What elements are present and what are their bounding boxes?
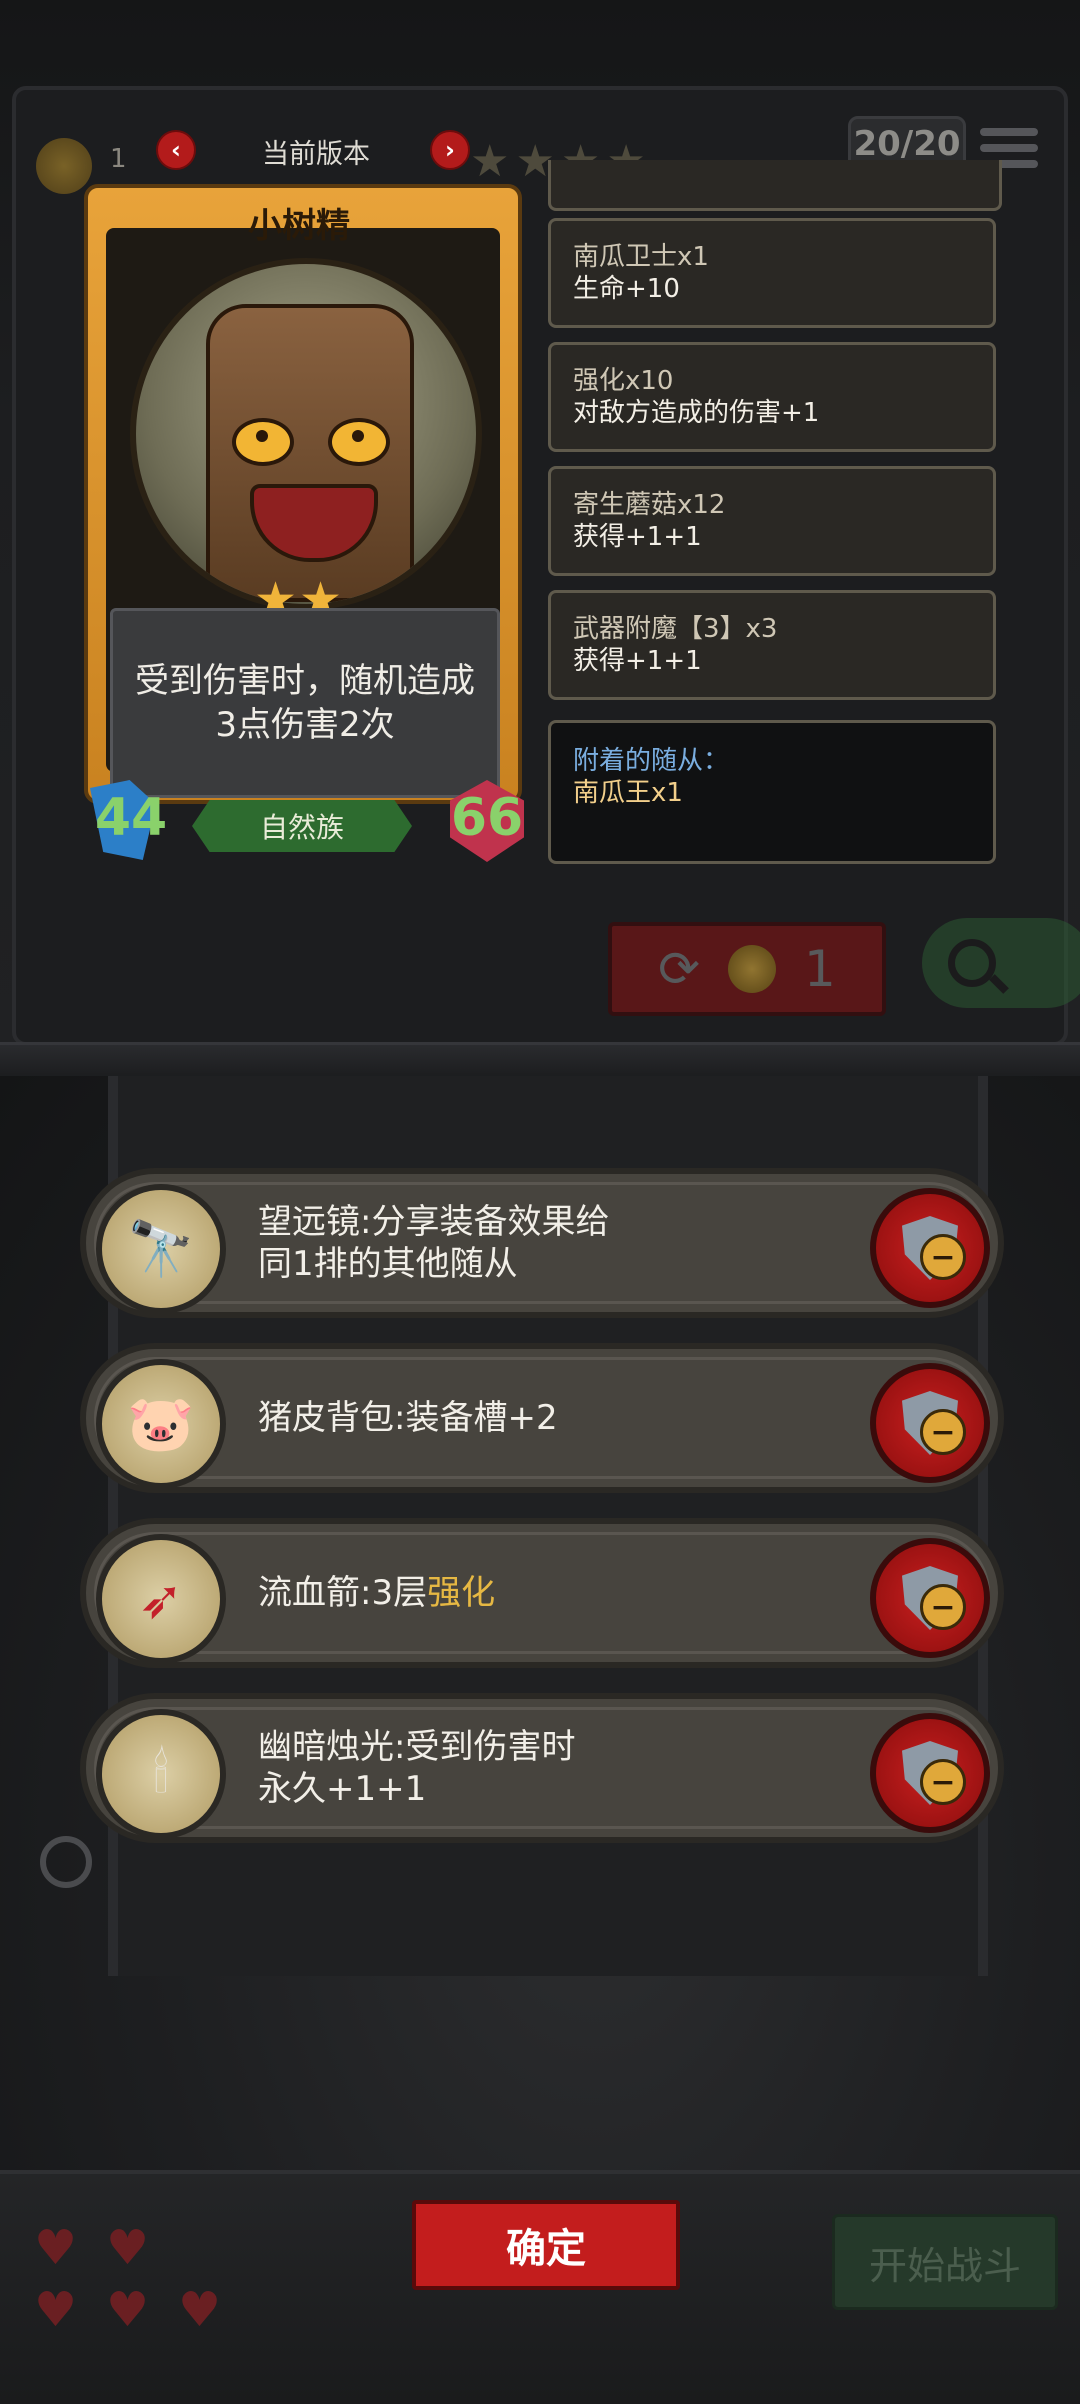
unit-portrait [130,258,482,610]
effect-item: 强化x10 对敌方造成的伤害+1 [548,342,996,452]
heart-icon: ♥ [34,2282,78,2338]
coin-icon [728,945,777,993]
equipment-text: 望远镜:分享装备效果给 同1排的其他随从 [258,1174,818,1312]
effect-item: 寄生蘑菇x12 获得+1+1 [548,466,996,576]
reroll-cost: 1 [804,940,836,998]
attached-minions: 附着的随从： 南瓜王x1 [548,720,996,864]
attached-label: 附着的随从： [573,746,730,776]
card-name: 小树精 [248,206,350,246]
version-title: 当前版本 [262,139,370,170]
effect-desc: 对敌方造成的伤害+1 [573,398,820,428]
equipment-row: ➶ 流血箭:3层强化 − [80,1518,1004,1668]
minus-icon: − [920,1234,966,1280]
equipment-text: 猪皮背包:装备槽+2 [258,1349,818,1487]
candelabra-icon: 🕯 [96,1709,226,1839]
equipment-line: 流血箭:3层 [258,1573,428,1613]
heart-icon: ♥ [34,2220,78,2276]
equipment-text: 流血箭:3层强化 [258,1524,818,1662]
prev-version-button[interactable]: ‹ [156,130,196,170]
effect-desc: 获得+1+1 [573,646,702,676]
search-icon [948,939,996,987]
next-version-button[interactable]: › [430,130,470,170]
effect-item-partial [548,160,1002,211]
effect-desc: 获得+1+1 [573,522,702,552]
reroll-button[interactable]: ⟳ 1 [608,922,886,1016]
coin-count: 1 [110,144,127,174]
effect-item: 南瓜卫士x1 生命+10 [548,218,996,328]
unequip-button[interactable]: − [870,1713,990,1833]
equipment-line: 望远镜:分享装备效果给 [258,1202,610,1242]
effect-title: 武器附魔【3】x3 [573,614,778,644]
effect-item: 武器附魔【3】x3 获得+1+1 [548,590,996,700]
effect-title: 寄生蘑菇x12 [573,490,726,520]
version-selector: ‹ 当前版本 › [156,122,476,178]
health-value: 66 [450,788,524,848]
treant-face-icon [206,304,414,602]
search-button[interactable] [922,918,1080,1008]
unit-card: 小树精 ★★ 受到伤害时，随机造成3点伤害2次 44 自然族 66 [68,172,530,872]
minus-icon: − [920,1584,966,1630]
equipment-line: 猪皮背包:装备槽+2 [258,1398,558,1438]
confirm-button[interactable]: 确定 [412,2200,680,2290]
equipment-line: 永久+1+1 [258,1769,427,1809]
heart-icon: ♥ [106,2220,150,2276]
card-stats: 44 自然族 66 [80,780,524,862]
unequip-button[interactable]: − [870,1188,990,1308]
effect-title: 南瓜卫士x1 [573,242,709,272]
minus-icon: − [920,1759,966,1805]
minus-icon: − [920,1409,966,1455]
pig-backpack-icon: 🐷 [96,1359,226,1489]
refresh-icon: ⟳ [658,940,701,998]
effect-desc: 生命+10 [573,274,680,304]
attack-value: 44 [94,788,168,848]
equipment-line: 幽暗烛光:受到伤害时 [258,1727,576,1767]
keyword-highlight: 强化 [427,1573,496,1613]
telescope-icon: 🔭 [96,1184,226,1314]
heart-icon: ♥ [106,2282,150,2338]
equipment-row: 🔭 望远镜:分享装备效果给 同1排的其他随从 − [80,1168,1004,1318]
equipment-row: 🐷 猪皮背包:装备槽+2 − [80,1343,1004,1493]
side-search-icon[interactable] [40,1836,92,1888]
equipment-text: 幽暗烛光:受到伤害时 永久+1+1 [258,1699,818,1837]
tribe-label: 自然族 [192,800,412,852]
card-description: 受到伤害时，随机造成3点伤害2次 [110,608,500,798]
equipment-line: 同1排的其他随从 [258,1244,518,1284]
effect-title: 强化x10 [573,366,674,396]
equipment-row: 🕯 幽暗烛光:受到伤害时 永久+1+1 − [80,1693,1004,1843]
unequip-button[interactable]: − [870,1538,990,1658]
start-battle-button[interactable]: 开始战斗 [832,2214,1058,2310]
unequip-button[interactable]: − [870,1363,990,1483]
heart-icon: ♥ [178,2282,222,2338]
attached-value: 南瓜王x1 [573,778,683,808]
bleeding-arrow-icon: ➶ [96,1534,226,1664]
